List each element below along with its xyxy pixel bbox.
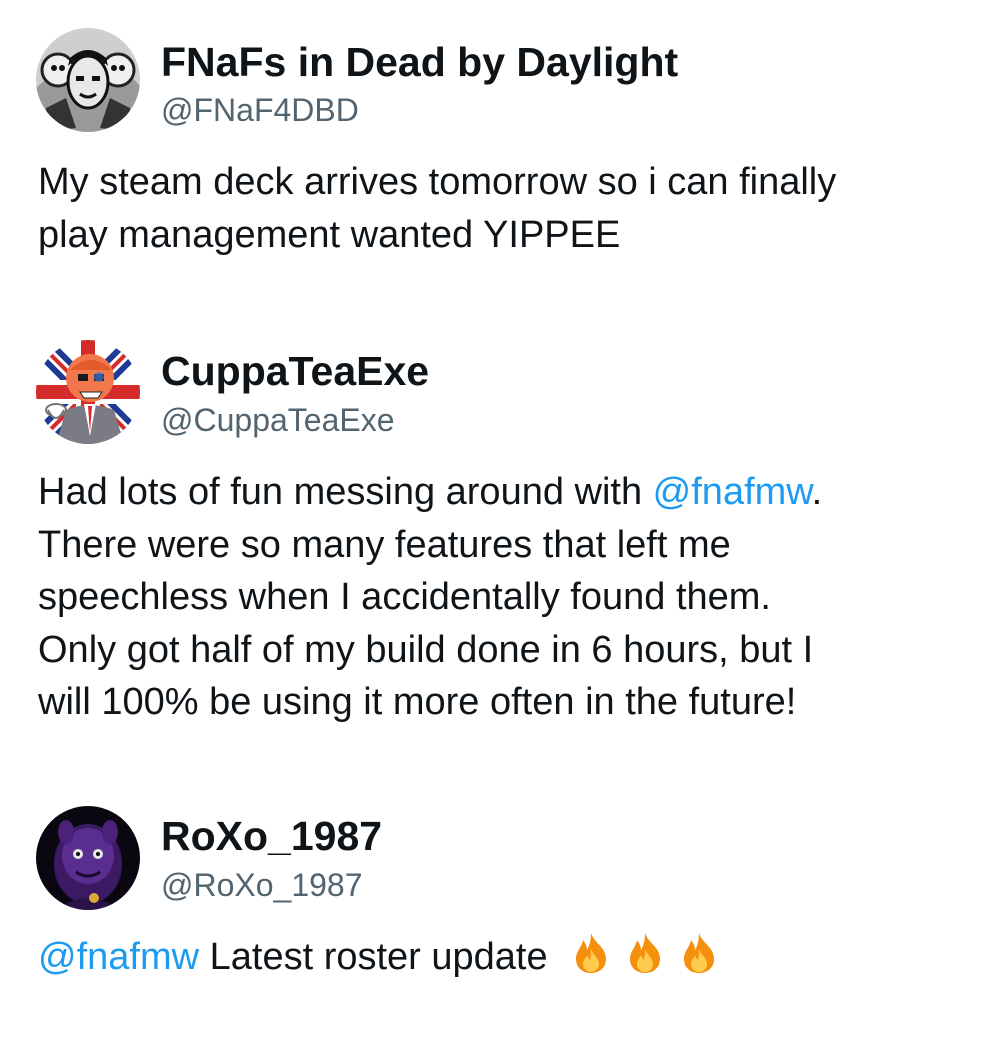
fire-icon [624,931,666,990]
fire-icon [678,931,720,990]
display-name[interactable]: FNaFs in Dead by Daylight [161,38,678,86]
avatar[interactable] [36,340,140,444]
tweet-text: @fnafmw Latest roster update [38,931,978,990]
fnaf-dbd-avatar-icon [36,28,140,132]
handle[interactable]: @FNaF4DBD [161,91,359,129]
display-name[interactable]: CuppaTeaExe [161,347,429,395]
avatar[interactable] [36,28,140,132]
handle[interactable]: @RoXo_1987 [161,866,363,904]
text-segment: . [811,471,823,513]
tweet-text-line: Had lots of fun messing around with @fna… [38,466,978,519]
text-segment: Latest roster update [199,936,548,978]
mention-link[interactable]: @fnafmw [38,936,199,978]
tweet-text: Had lots of fun messing around with @fna… [38,466,978,729]
mention-link[interactable]: @fnafmw [653,471,812,513]
tweet-text-line: There were so many features that left me [38,523,731,566]
tweet-text: My steam deck arrives tomorrow so i can … [38,156,978,261]
tweet-text-line: Only got half of my build done in 6 hour… [38,628,814,671]
tweet-text-line: play management wanted YIPPEE [38,213,621,256]
cuppateaexe-avatar-icon [36,340,140,444]
display-name[interactable]: RoXo_1987 [161,812,382,860]
text-segment: Had lots of fun messing around with [38,471,653,513]
avatar[interactable] [36,806,140,910]
tweet-text-line: My steam deck arrives tomorrow so i can … [38,161,837,203]
tweet-text-line: @fnafmw Latest roster update [38,931,978,990]
tweet-text-line: will 100% be using it more often in the … [38,681,797,723]
tweet-text-line: speechless when I accidentally found the… [38,576,771,618]
fire-icon [570,931,612,990]
roxo-avatar-icon [36,806,140,910]
handle[interactable]: @CuppaTeaExe [161,401,395,439]
